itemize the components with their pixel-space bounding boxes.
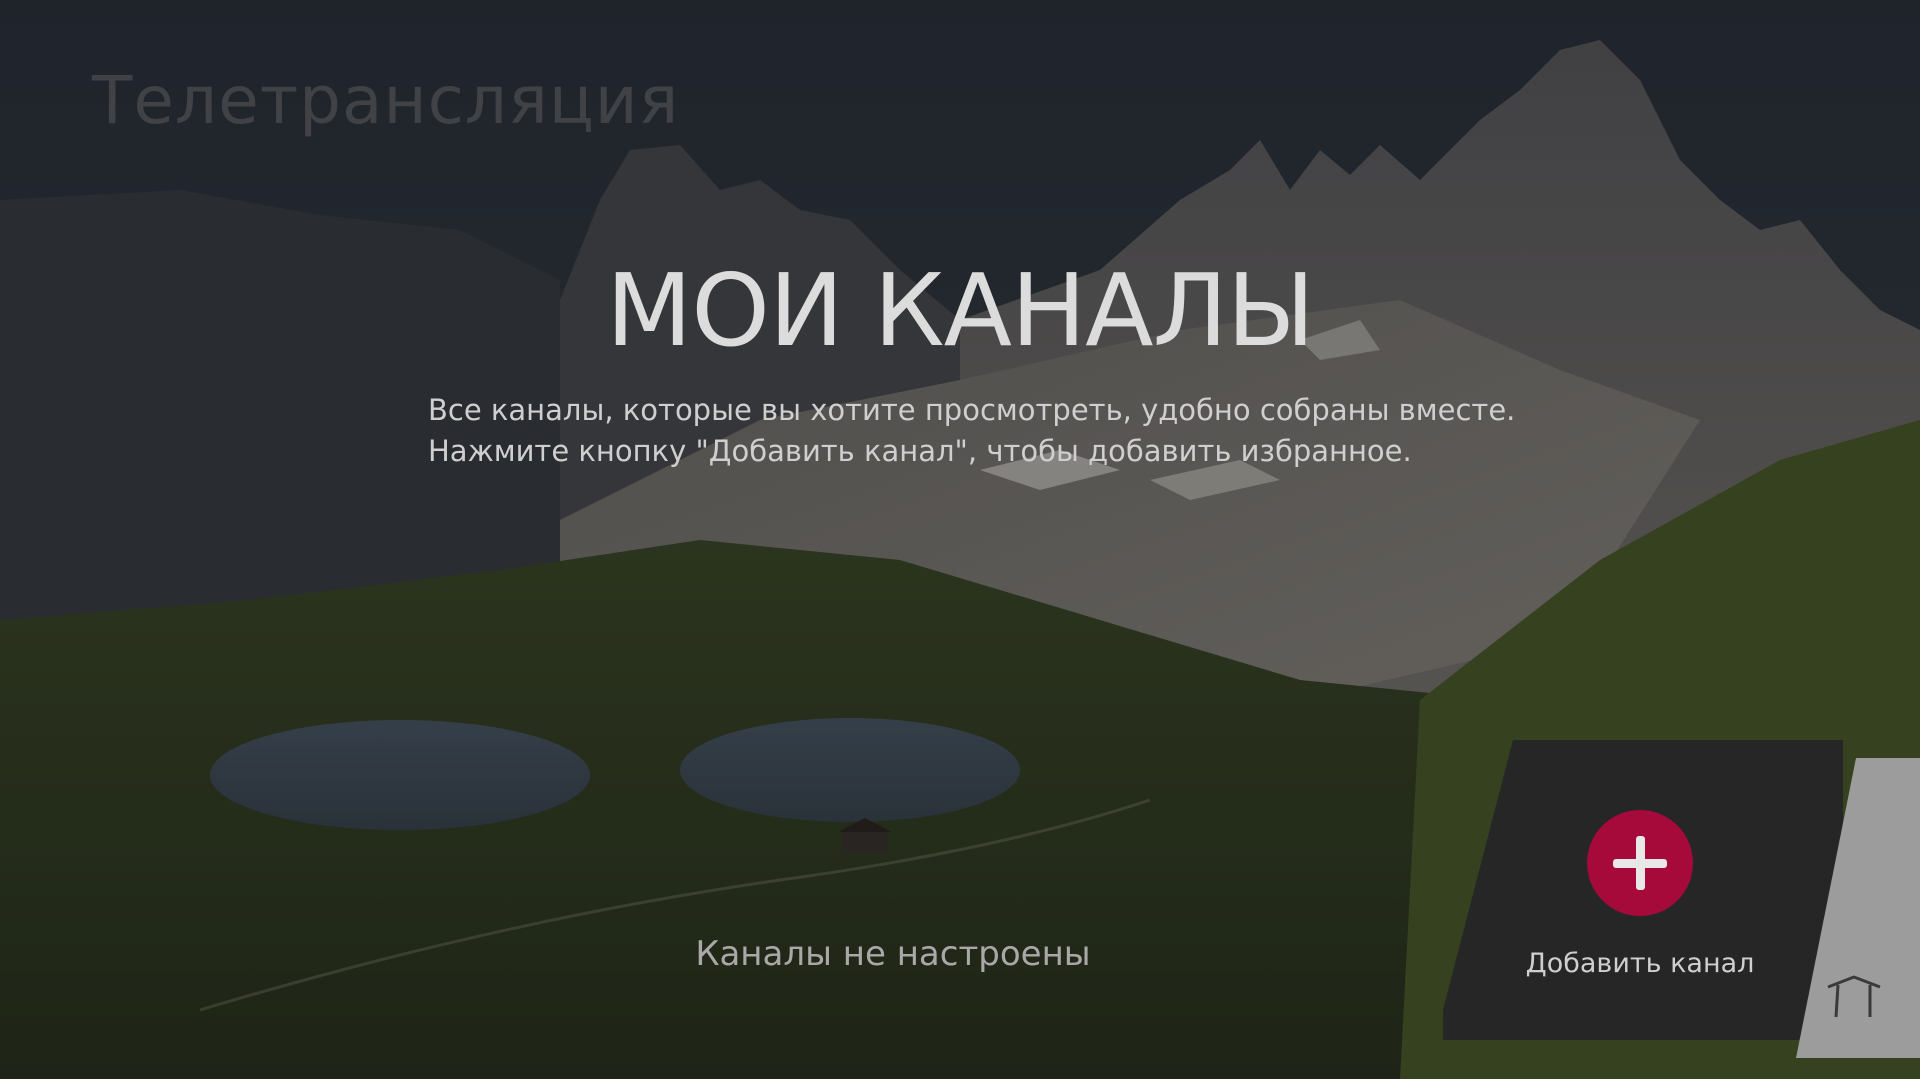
my-channels-screen: Телетрансляция МОИ КАНАЛЫ Все каналы, ко… [0, 0, 1920, 1079]
home-icon [1827, 975, 1881, 1018]
add-channel-button[interactable]: Добавить канал [1443, 740, 1843, 1040]
add-channel-label: Добавить канал [1525, 948, 1755, 979]
app-title: Телетрансляция [92, 62, 680, 139]
description-line-1: Все каналы, которые вы хотите просмотрет… [428, 393, 1516, 427]
description: Все каналы, которые вы хотите просмотрет… [428, 390, 1515, 472]
page-headline: МОИ КАНАЛЫ [605, 252, 1315, 369]
description-line-2: Нажмите кнопку "Добавить канал", чтобы д… [428, 434, 1412, 468]
plus-icon [1587, 810, 1693, 916]
